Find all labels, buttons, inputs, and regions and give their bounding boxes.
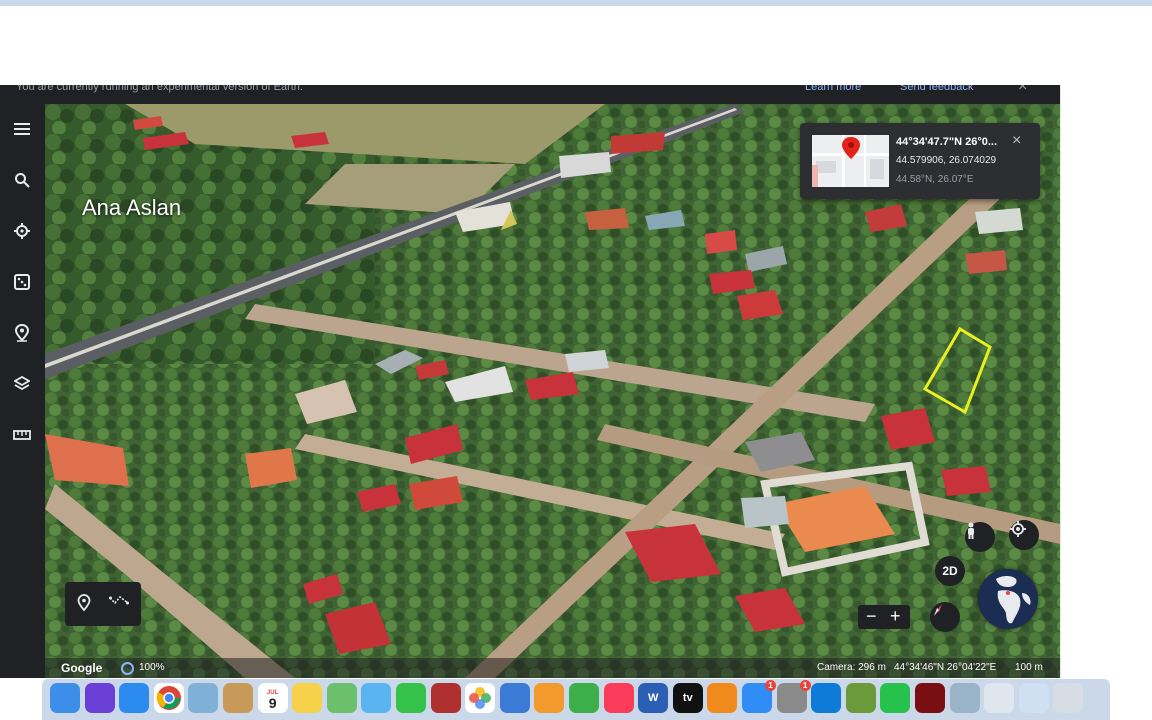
drawing-tools (65, 582, 141, 626)
preview-icon[interactable] (188, 683, 219, 713)
google-logo: Google (61, 661, 103, 675)
background-window (1060, 85, 1152, 678)
camera-altitude: Camera: 296 m (817, 662, 886, 673)
banner-close-button[interactable]: × (1018, 85, 1027, 95)
menu-bar-strip (0, 0, 1152, 6)
measure-icon[interactable] (8, 421, 36, 449)
trash-icon[interactable] (1053, 683, 1084, 713)
scale-bar[interactable]: 100 m (1015, 662, 1043, 673)
send-feedback-link[interactable]: Send feedback (900, 85, 973, 94)
learn-more-link[interactable]: Learn more (805, 85, 861, 94)
music-icon[interactable] (603, 683, 634, 713)
contacts-icon[interactable] (223, 683, 253, 713)
siri-icon[interactable] (84, 683, 115, 713)
word-icon[interactable]: W (638, 683, 669, 713)
pegman-icon[interactable] (965, 522, 995, 552)
location-thumbnail[interactable] (812, 135, 889, 187)
teamviewer-icon[interactable] (811, 683, 842, 713)
flash-player-icon[interactable] (915, 683, 945, 713)
short-coordinates: 44.58°N, 26.07°E (896, 174, 974, 185)
experimental-banner: You are currently running an experimenta… (0, 85, 1060, 104)
left-sidebar (0, 104, 45, 678)
facetime-icon[interactable] (396, 683, 426, 713)
location-title: 44°34'47.7"N 26°0... (896, 136, 998, 148)
banner-message: You are currently running an experimenta… (16, 85, 303, 93)
keynote-icon[interactable] (499, 683, 530, 713)
documents-stack-icon[interactable] (1018, 683, 1049, 713)
location-info-card: 44°34'47.7"N 26°0... 44.579906, 26.07402… (800, 123, 1040, 199)
whatsapp-icon[interactable] (880, 683, 911, 713)
messages-bubble-icon[interactable] (361, 683, 392, 713)
info-card-close-button[interactable]: × (1012, 132, 1021, 150)
screen-capture-icon[interactable] (949, 683, 980, 713)
satellite-map-view[interactable]: Ana Aslan 44°34'47.7"N 26°0... 44.579906… (45, 104, 1060, 678)
menu-icon[interactable] (8, 115, 36, 143)
safari-icon[interactable] (119, 683, 150, 713)
draw-path-icon[interactable] (109, 594, 129, 614)
status-bar: Google 100% Camera: 296 m 44°34'46"N 26°… (45, 658, 1060, 678)
apple-tv-icon[interactable]: tv (672, 683, 703, 713)
finder-icon[interactable] (50, 683, 80, 713)
zoom-controls: − + (858, 605, 910, 629)
search-icon[interactable] (8, 166, 36, 194)
app-store-icon[interactable]: 1 (742, 680, 776, 713)
projects-icon[interactable] (8, 319, 36, 347)
chrome-icon[interactable] (153, 683, 184, 713)
cursor-coordinates: 44°34'46"N 26°04'22"E (894, 662, 997, 673)
place-label: Ana Aslan (82, 195, 182, 220)
calendar-icon[interactable]: JUL 9 (257, 683, 288, 713)
voyager-icon[interactable] (8, 217, 36, 245)
compass-icon[interactable] (930, 602, 960, 632)
system-preferences-icon[interactable]: 1 (776, 680, 811, 713)
notes-icon[interactable] (292, 683, 323, 713)
globe-icon[interactable] (978, 569, 1038, 629)
add-placemark-icon[interactable] (77, 594, 97, 614)
minecraft-icon[interactable] (845, 683, 876, 713)
photo-booth-icon[interactable] (430, 683, 461, 713)
maps-icon[interactable] (326, 683, 357, 713)
toggle-2d-button[interactable]: 2D (935, 556, 965, 586)
downloads-stack-icon[interactable] (984, 683, 1015, 713)
my-location-icon[interactable] (1009, 520, 1039, 550)
photos-icon[interactable] (465, 683, 496, 713)
feeling-lucky-icon[interactable] (8, 268, 36, 296)
load-progress: 100% (139, 662, 165, 673)
numbers-icon[interactable] (569, 683, 599, 713)
books-icon[interactable] (707, 683, 738, 713)
google-earth-window: You are currently running an experimenta… (0, 85, 1060, 678)
zoom-in-button[interactable]: + (890, 606, 901, 626)
macos-dock: JUL 9 Wtv 1 1 (42, 679, 1110, 720)
zoom-out-button[interactable]: − (866, 606, 877, 626)
pages-icon[interactable] (534, 683, 565, 713)
loading-ring-icon (121, 662, 134, 675)
map-style-icon[interactable] (8, 370, 36, 398)
decimal-coordinates: 44.579906, 26.074029 (896, 155, 997, 166)
